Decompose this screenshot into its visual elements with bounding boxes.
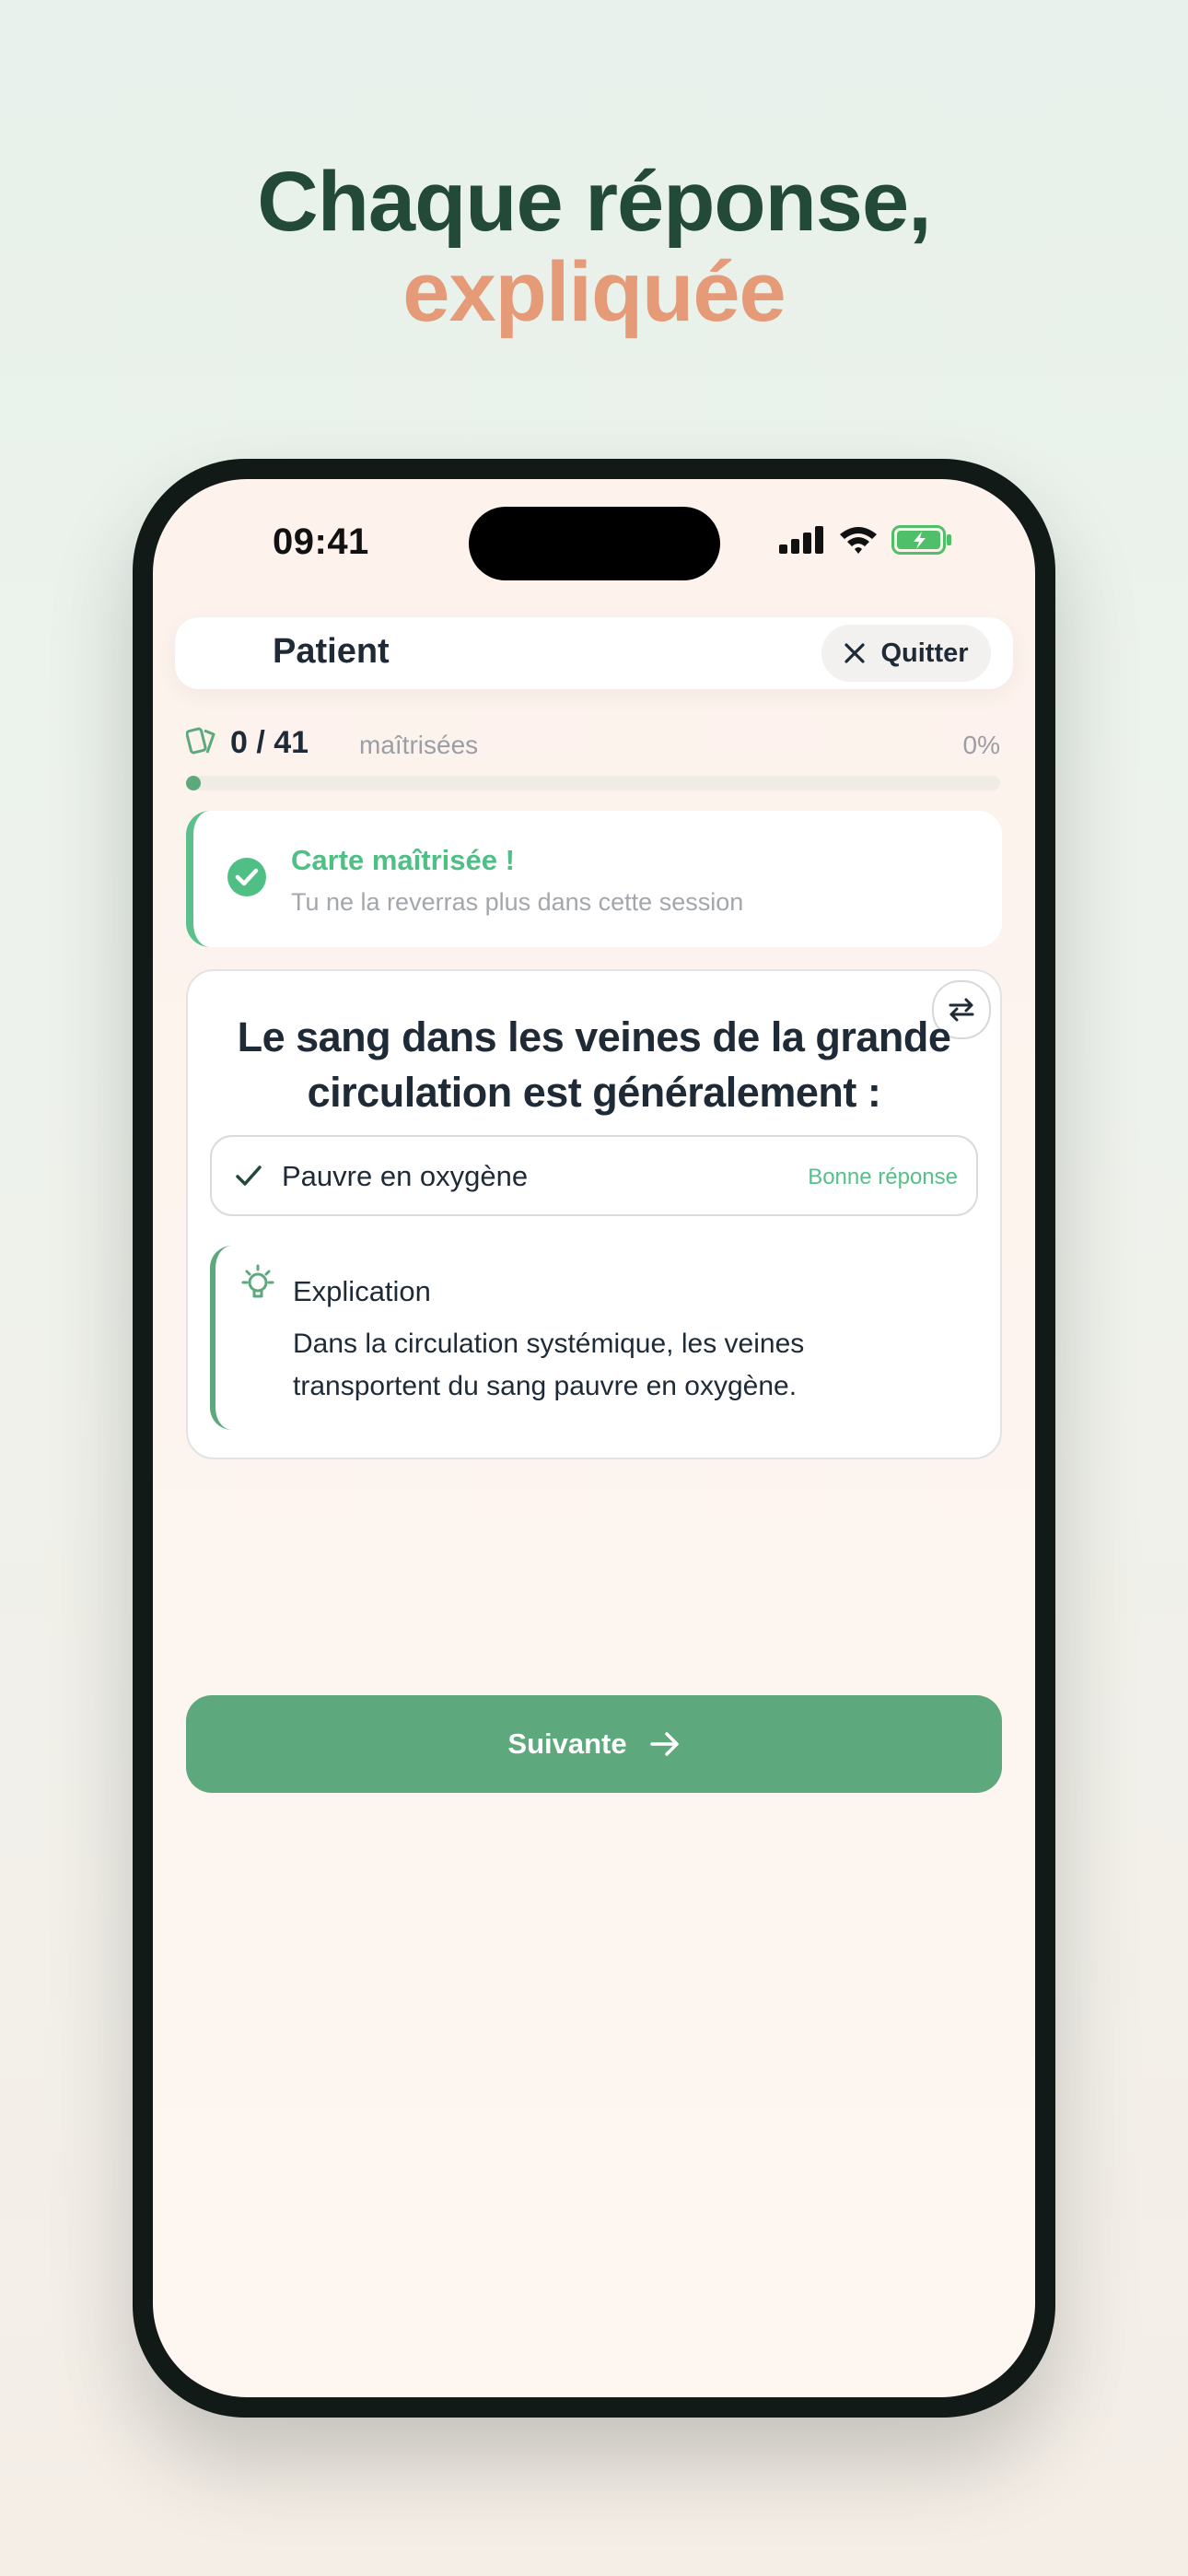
mastered-title: Carte maîtrisée !: [291, 844, 515, 876]
question-text: Le sang dans les veines de la grande cir…: [237, 1013, 951, 1116]
lightbulb-icon: [241, 1264, 274, 1298]
session-topbar: Patient Quitter: [175, 617, 1013, 689]
answer-text: Pauvre en oxygène: [282, 1160, 529, 1192]
headline-line-1: Chaque réponse,: [257, 155, 931, 249]
next-button-label: Suivante: [507, 1727, 627, 1760]
mastered-banner: Carte maîtrisée ! Tu ne la reverras plus…: [186, 811, 1002, 947]
deck-title: Patient: [273, 632, 390, 671]
quit-label: Quitter: [880, 638, 969, 668]
mastery-progress: 0 / 41 maîtrisées 0%: [186, 723, 1000, 769]
check-icon: [236, 1165, 262, 1186]
signal-icon: [779, 526, 823, 554]
next-button[interactable]: Suivante: [186, 1695, 1002, 1793]
explanation-body: Dans la circulation systémique, les vein…: [293, 1329, 805, 1401]
dynamic-island: [469, 507, 720, 580]
status-time: 09:41: [273, 521, 369, 562]
headline-line-2: expliquée: [402, 245, 786, 339]
flashcard: Le sang dans les veines de la grande cir…: [186, 969, 1002, 1459]
quit-button[interactable]: Quitter: [821, 625, 991, 682]
progress-bar-fill: [186, 776, 201, 790]
phone-screen: 09:41 Patient Quitter 0 / 41 maîtrisées …: [153, 479, 1035, 2397]
mastered-subtitle: Tu ne la reverras plus dans cette sessio…: [291, 888, 744, 916]
mastered-label: maîtrisées: [359, 731, 479, 759]
battery-icon: [891, 525, 951, 555]
arrow-right-icon: [649, 1732, 679, 1756]
explanation-box: Explication Dans la circulation systémiq…: [210, 1246, 989, 1430]
cards-icon: [186, 727, 215, 755]
wifi-icon: [840, 527, 877, 554]
hero-headline: Chaque réponse, expliquée: [0, 157, 1188, 337]
correct-answer-badge: Bonne réponse: [808, 1165, 958, 1189]
status-icons: [779, 525, 952, 555]
progress-percent: 0%: [962, 731, 1000, 759]
check-circle-icon: [227, 858, 266, 896]
mastered-count: 0 / 41: [230, 725, 309, 760]
explanation-title: Explication: [293, 1275, 431, 1307]
answer-option[interactable]: Pauvre en oxygène Bonne réponse: [210, 1135, 978, 1216]
progress-bar: [186, 776, 1000, 790]
phone-frame: 09:41 Patient Quitter 0 / 41 maîtrisées …: [133, 459, 1055, 2418]
x-close-icon: [844, 643, 866, 663]
